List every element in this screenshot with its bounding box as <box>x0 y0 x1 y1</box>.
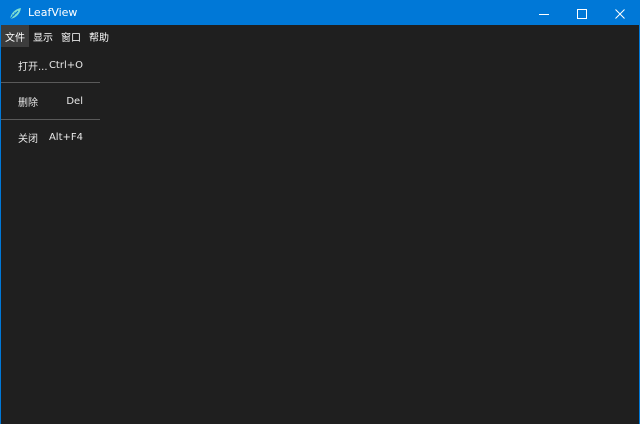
menu-item-open-shortcut: Ctrl+O <box>48 59 83 71</box>
window-title: LeafView <box>28 6 78 19</box>
menu-item-open[interactable]: 打开... Ctrl+O <box>1 47 100 83</box>
menu-file[interactable]: 文件 <box>1 25 29 47</box>
menu-bar: 文件 显示 窗口 帮助 <box>1 25 639 47</box>
menu-help[interactable]: 帮助 <box>85 25 113 47</box>
menu-item-close-shortcut: Alt+F4 <box>48 131 83 143</box>
menu-item-close-label: 关闭 <box>18 133 38 145</box>
leaf-app-icon <box>8 6 22 20</box>
minimize-button[interactable] <box>525 1 563 25</box>
menu-item-open-label: 打开... <box>18 61 48 73</box>
minimize-icon <box>539 4 549 23</box>
window-controls <box>525 1 639 25</box>
close-icon <box>615 4 625 23</box>
menu-window[interactable]: 窗口 <box>57 25 85 47</box>
maximize-icon <box>577 4 587 23</box>
app-window: LeafView 文件 显示 窗口 帮助 打开... Ctrl+O 删除 Del… <box>0 0 640 424</box>
menu-item-delete-label: 删除 <box>18 97 38 109</box>
title-bar[interactable]: LeafView <box>1 1 639 25</box>
menu-item-delete-shortcut: Del <box>66 95 83 107</box>
menu-item-delete[interactable]: 删除 Del <box>1 83 100 119</box>
close-button[interactable] <box>601 1 639 25</box>
file-menu-dropdown: 打开... Ctrl+O 删除 Del 关闭 Alt+F4 <box>1 47 100 155</box>
menu-item-close[interactable]: 关闭 Alt+F4 <box>1 119 100 155</box>
maximize-button[interactable] <box>563 1 601 25</box>
menu-view[interactable]: 显示 <box>29 25 57 47</box>
